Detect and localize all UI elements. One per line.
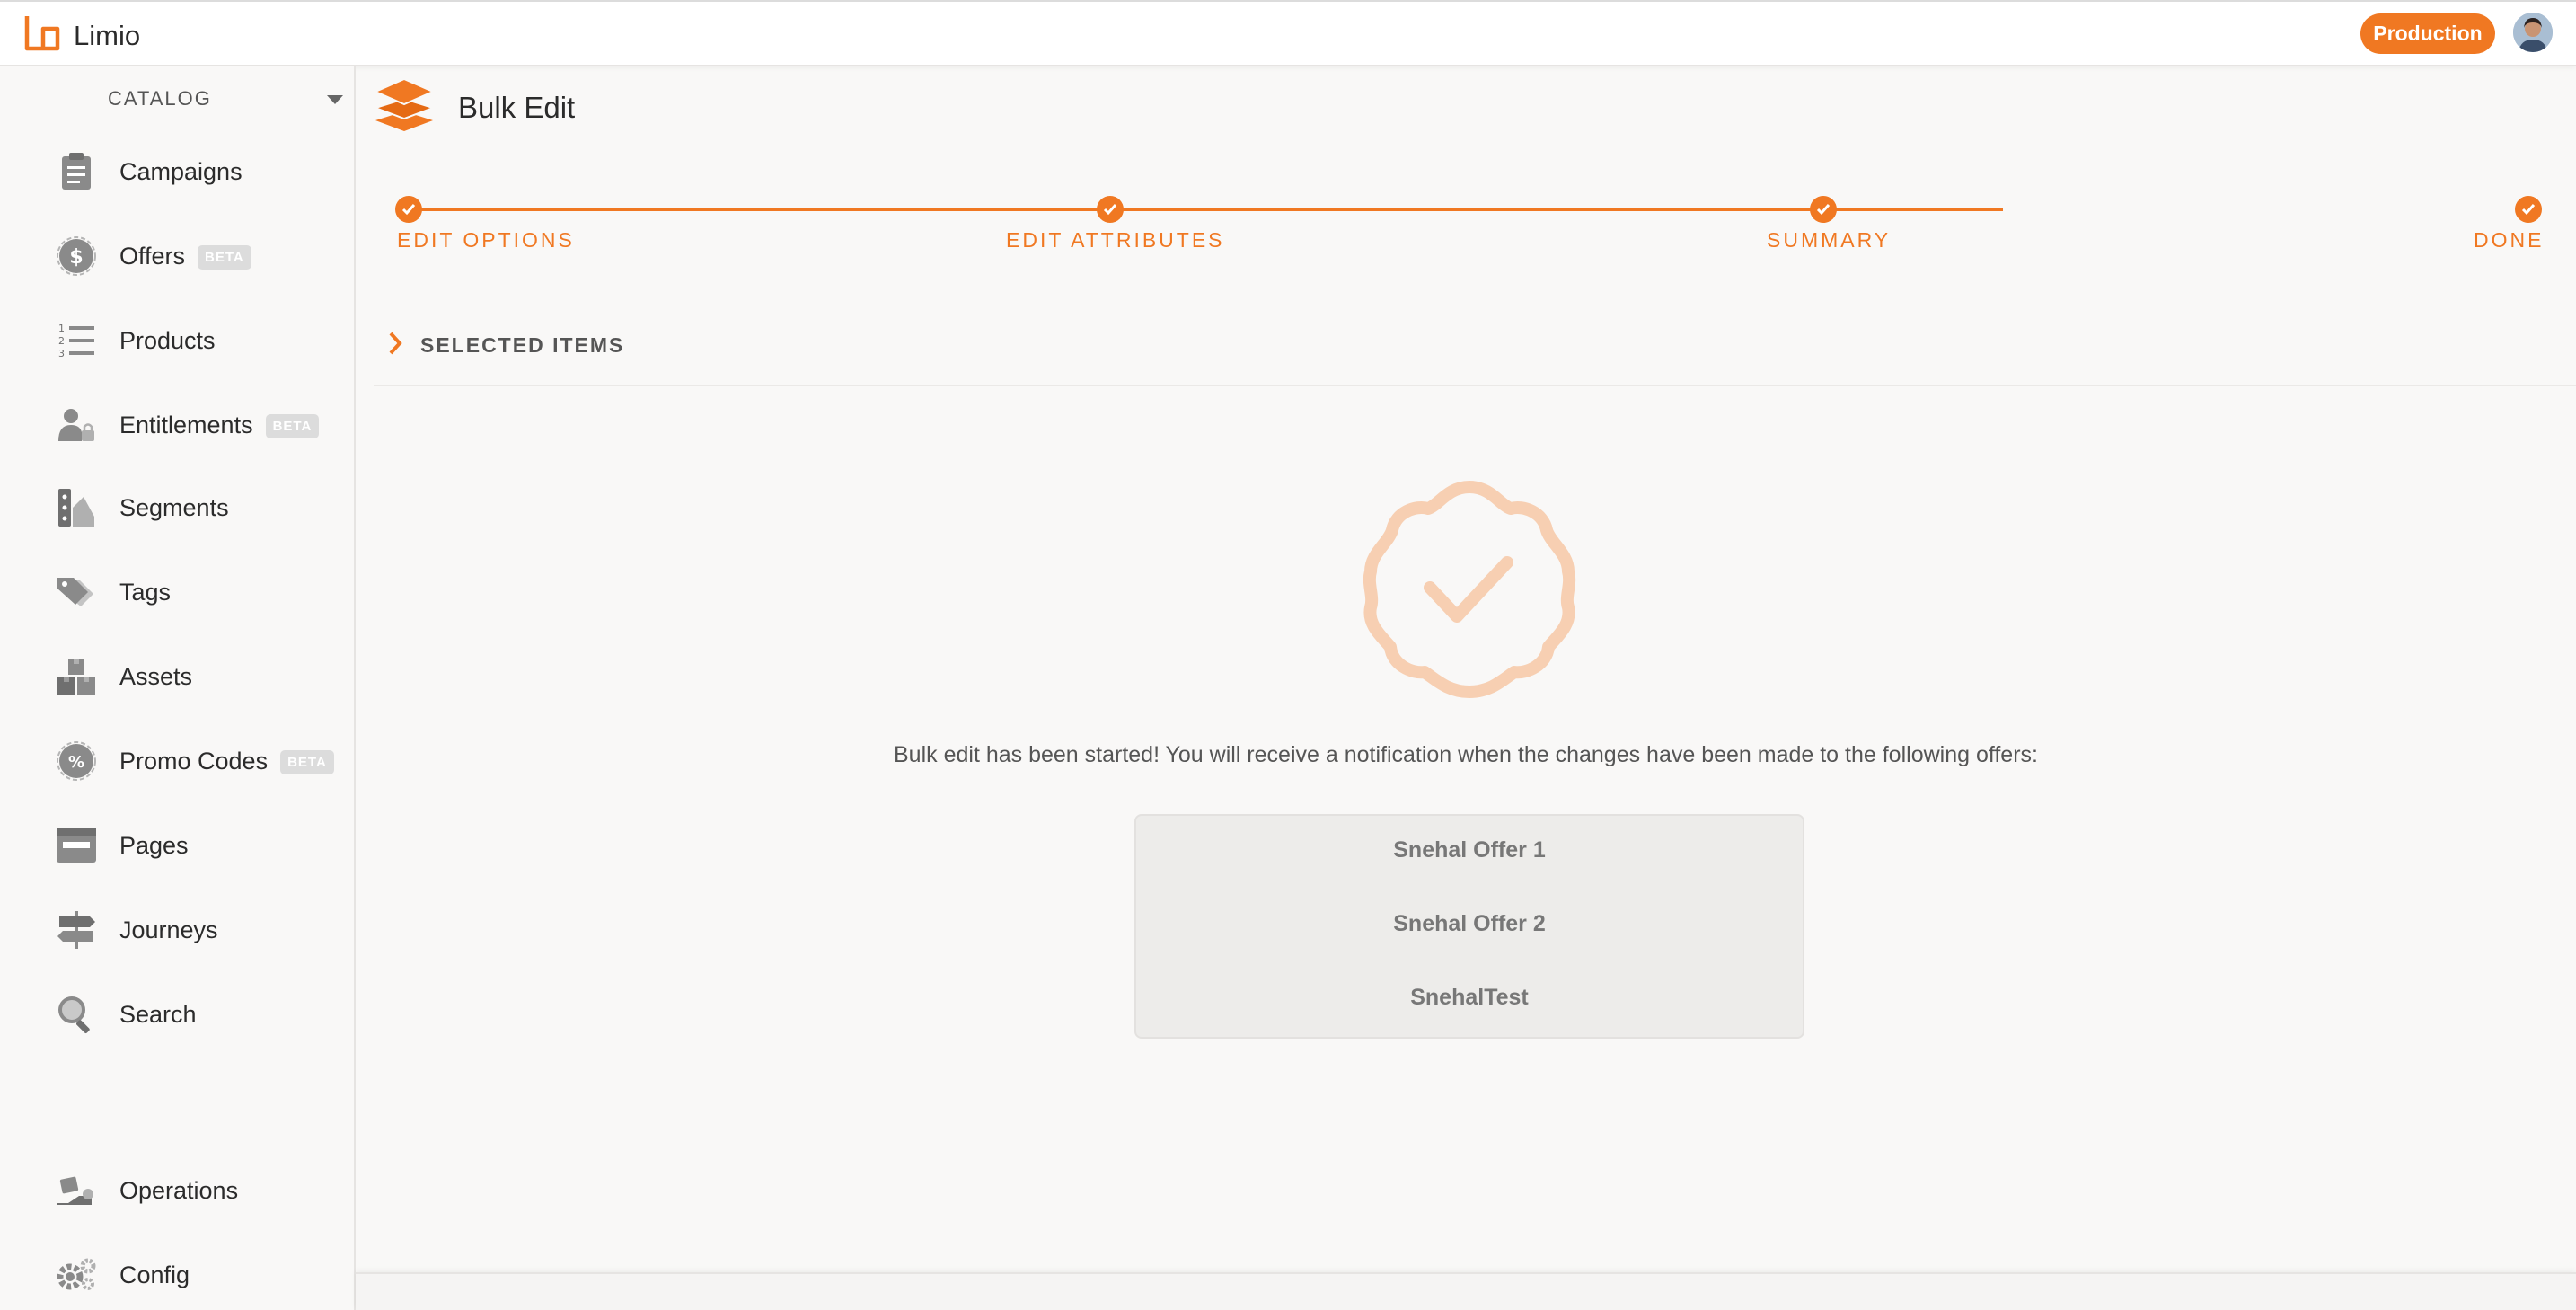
sidebar-item-journeys[interactable]: Journeys [0,901,354,959]
percent-badge-icon: % [54,739,99,783]
limio-logo-icon [22,13,63,58]
beta-badge: BETA [198,244,251,270]
sidebar-item-label: Journeys [119,916,218,943]
sidebar-item-label: Tags [119,578,172,606]
step-complete-check-icon [1097,196,1124,223]
browser-page-icon [54,823,99,868]
svg-text:2: 2 [58,335,65,347]
sidebar-item-campaigns[interactable]: Campaigns [0,143,354,200]
sidebar-item-label: Segments [119,493,229,521]
selected-items-label: SELECTED ITEMS [420,332,625,357]
bulk-edit-started-message: Bulk edit has been started! You will rec… [894,742,2038,767]
step-complete-check-icon [395,196,422,223]
offers-list: Snehal Offer 1 Snehal Offer 2 SnehalTest [1134,814,1804,1039]
sidebar-item-label: Search [119,1000,197,1028]
sidebar-item-entitlements[interactable]: Entitlements BETA [0,396,354,454]
brand[interactable]: Limio [22,13,140,58]
beta-badge: BETA [280,749,334,774]
layers-icon [372,75,437,139]
bottom-action-bar [356,1272,2576,1310]
signpost-icon [54,907,99,952]
tag-icon [54,570,99,615]
step-done: DONE [2474,228,2545,252]
sidebar-item-label: Assets [119,662,193,690]
sidebar-item-label: Pages [119,831,189,859]
step-summary: SUMMARY [1767,228,1892,252]
sidebar-item-assets[interactable]: Assets [0,648,354,705]
sidebar-item-products[interactable]: 123 Products [0,312,354,369]
svg-text:$: $ [69,246,83,269]
step-complete-check-icon [2515,196,2542,223]
svg-text:1: 1 [58,323,65,334]
svg-text:%: % [68,753,84,772]
top-bar: Limio Production [0,0,2576,66]
caret-down-icon[interactable] [327,95,343,104]
segments-icon [54,485,99,530]
clipboard-icon [54,149,99,194]
chevron-right-icon [386,331,404,360]
step-edit-attributes: EDIT ATTRIBUTES [1006,228,1225,252]
user-lock-icon [54,403,99,447]
list-item: SnehalTest [1410,985,1529,1010]
brand-name: Limio [74,19,141,51]
svg-text:3: 3 [58,348,65,359]
sidebar-item-label: Entitlements [119,411,253,438]
operations-icon [54,1168,99,1213]
dollar-badge-icon: $ [54,234,99,279]
sidebar-item-label: Offers [119,242,186,270]
sidebar-item-label: Products [119,326,216,354]
selected-items-toggle[interactable]: SELECTED ITEMS [374,305,2576,386]
sidebar-item-label: Operations [119,1176,239,1204]
boxes-icon [54,654,99,699]
catalog-section-label[interactable]: CATALOG [108,87,212,111]
sidebar-item-promo-codes[interactable]: % Promo Codes BETA [0,732,354,790]
sidebar-item-search[interactable]: Search [0,986,354,1043]
success-badge-check-icon [1356,476,1583,703]
list-item: Snehal Offer 2 [1393,911,1546,936]
sidebar-item-label: Promo Codes [119,747,269,774]
sidebar-item-label: Config [119,1261,190,1288]
sidebar: CATALOG Campaigns $ Offers BETA 123 Produ… [0,66,356,1310]
progress-stepper: EDIT OPTIONS EDIT ATTRIBUTES SUMMARY DON… [395,196,2551,259]
list-item: Snehal Offer 1 [1393,837,1546,863]
beta-badge: BETA [265,413,320,438]
sidebar-item-offers[interactable]: $ Offers BETA [0,227,354,285]
page-title: Bulk Edit [458,90,576,124]
step-edit-options: EDIT OPTIONS [397,228,575,252]
sidebar-item-tags[interactable]: Tags [0,563,354,621]
environment-badge[interactable]: Production [2360,13,2495,54]
sidebar-item-operations[interactable]: Operations [0,1162,354,1219]
step-connector [1128,208,1820,211]
user-avatar[interactable] [2513,13,2553,52]
sidebar-item-label: Campaigns [119,157,243,185]
sidebar-item-segments[interactable]: Segments [0,479,354,536]
numbered-list-icon: 123 [54,318,99,363]
gears-icon [54,1252,99,1297]
sidebar-item-pages[interactable]: Pages [0,817,354,874]
search-icon [54,992,99,1037]
sidebar-item-config[interactable]: Config [0,1246,354,1304]
page-header: Bulk Edit [372,75,576,139]
step-complete-check-icon [1810,196,1837,223]
